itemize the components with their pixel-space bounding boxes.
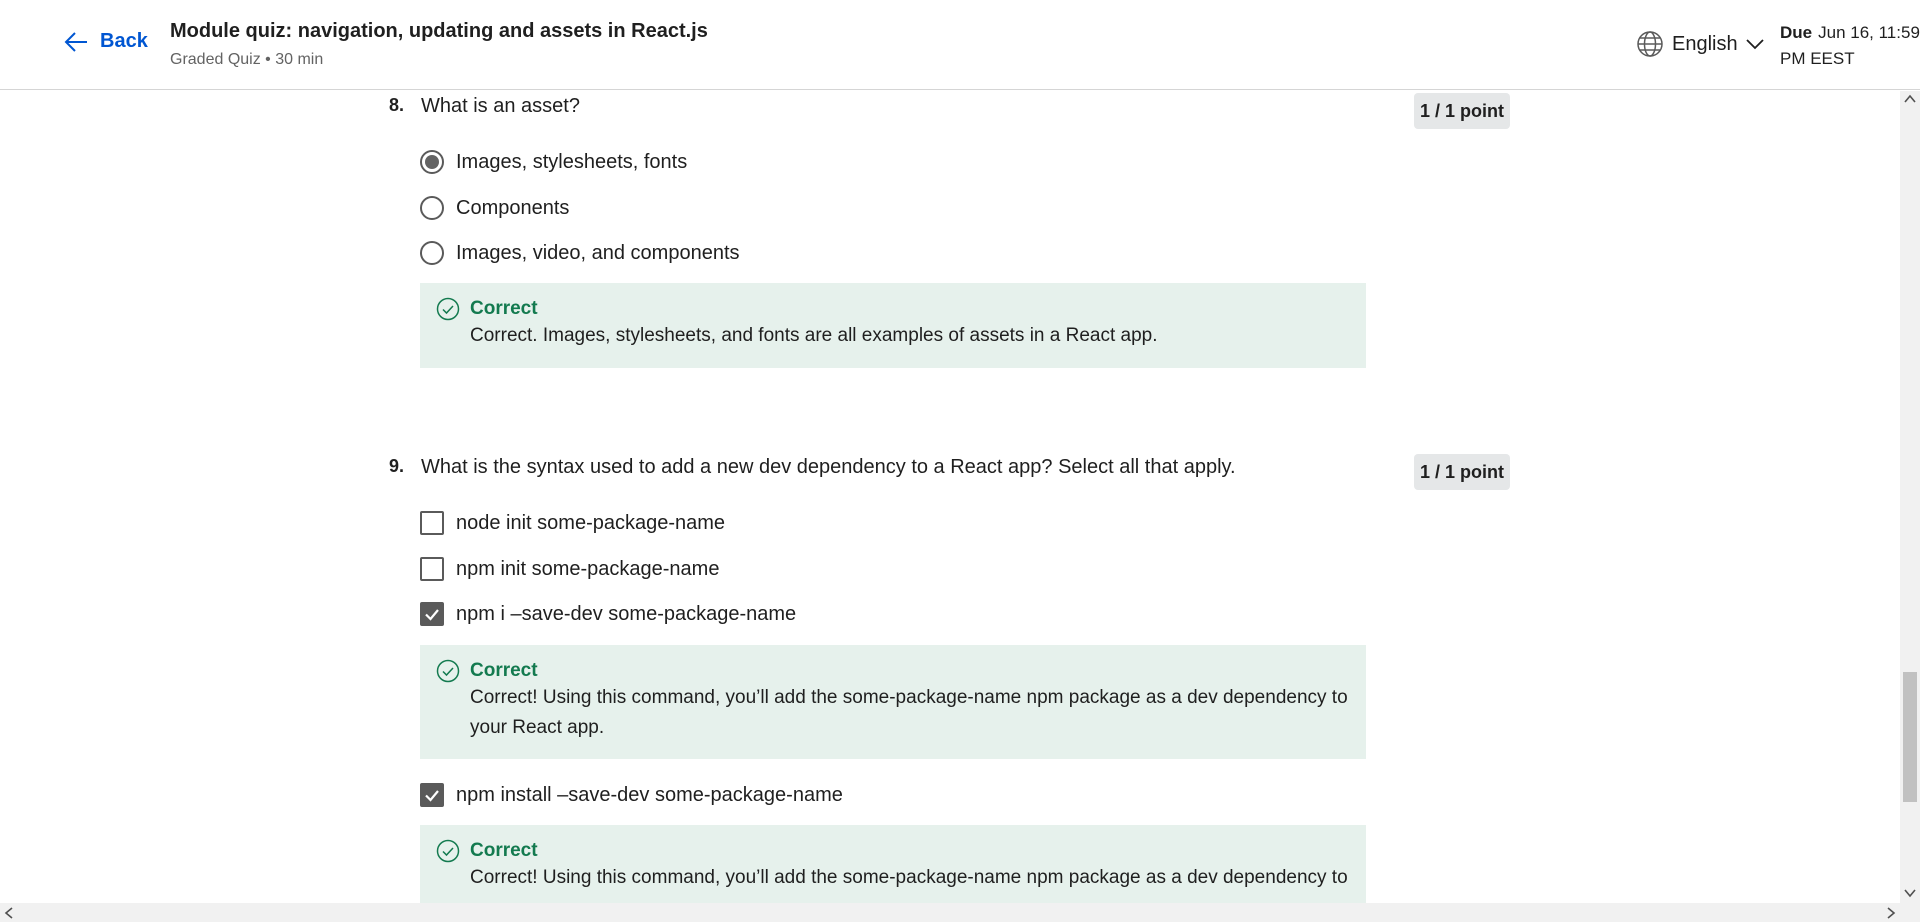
feedback-title: Correct [470, 298, 538, 319]
scroll-left-icon[interactable] [4, 907, 14, 919]
back-button[interactable]: Back [64, 30, 148, 53]
due-date: Due Jun 16, 11:59 PM EEST [1780, 20, 1920, 72]
page-subtitle: Graded Quiz • 30 min [170, 51, 324, 68]
question-text: What is the syntax used to add a new dev… [421, 456, 1236, 478]
title-block: Module quiz: navigation, updating and as… [170, 20, 708, 69]
check-circle-icon [436, 297, 460, 321]
points-badge: 1 / 1 point [1414, 454, 1511, 490]
globe-icon [1637, 31, 1663, 57]
option-label: npm init some-package-name [456, 557, 720, 580]
scroll-up-icon[interactable] [1904, 94, 1916, 106]
checkbox-option[interactable]: node init some-package-name [420, 511, 725, 535]
feedback-title: Correct [470, 840, 538, 861]
feedback-box: Correct Correct! Using this command, you… [420, 825, 1366, 903]
scroll-right-icon[interactable] [1886, 907, 1896, 919]
checkbox-option[interactable]: npm init some-package-name [420, 557, 719, 581]
quiz-header: Back Module quiz: navigation, updating a… [0, 0, 1920, 90]
question-text: What is an asset? [421, 95, 580, 117]
radio-option[interactable]: Components [420, 196, 569, 220]
language-label: English [1672, 32, 1738, 55]
option-label: Components [456, 196, 570, 219]
due-label: Due [1780, 23, 1813, 42]
radio-option[interactable]: Images, video, and components [420, 241, 740, 265]
feedback-box: Correct Correct. Images, stylesheets, an… [420, 283, 1366, 368]
question-number: 9. [389, 456, 405, 476]
check-circle-icon [436, 839, 460, 863]
quiz-content: 8. What is an asset? 1 / 1 point Images,… [0, 91, 1900, 903]
option-label: node init some-package-name [456, 511, 726, 534]
checkbox-option[interactable]: npm install –save-dev some-package-name [420, 783, 843, 807]
checkbox[interactable] [420, 602, 444, 626]
points-badge: 1 / 1 point [1414, 93, 1511, 129]
scrollbar-thumb[interactable] [1903, 672, 1917, 802]
language-selector[interactable]: English [1636, 30, 1764, 58]
checkbox-option[interactable]: npm i –save-dev some-package-name [420, 602, 796, 626]
option-label: Images, video, and components [456, 241, 740, 264]
checkmark-icon [425, 790, 439, 802]
radio-button[interactable] [420, 150, 444, 174]
chevron-down-icon [1745, 39, 1764, 50]
radio-option[interactable]: Images, stylesheets, fonts [420, 150, 687, 174]
radio-button[interactable] [420, 196, 444, 220]
feedback-box: Correct Correct! Using this command, you… [420, 645, 1366, 759]
arrow-left-icon [64, 31, 87, 52]
horizontal-scrollbar[interactable] [0, 903, 1920, 922]
check-circle-icon [436, 659, 460, 683]
feedback-body: Correct! Using this command, you’ll add … [470, 687, 1348, 738]
checkbox[interactable] [420, 557, 444, 581]
radio-button[interactable] [420, 241, 444, 265]
option-label: Images, stylesheets, fonts [456, 150, 688, 173]
back-label: Back [100, 30, 148, 52]
option-label: npm install –save-dev some-package-name [456, 783, 843, 806]
scroll-down-icon[interactable] [1904, 888, 1916, 900]
checkmark-icon [425, 609, 439, 621]
checkbox[interactable] [420, 783, 444, 807]
feedback-body: Correct. Images, stylesheets, and fonts … [470, 325, 1158, 346]
feedback-body: Correct! Using this command, you’ll add … [470, 867, 1348, 888]
vertical-scrollbar[interactable] [1900, 91, 1920, 903]
question-number: 8. [389, 95, 405, 115]
checkbox[interactable] [420, 511, 444, 535]
page-title: Module quiz: navigation, updating and as… [170, 20, 708, 42]
feedback-title: Correct [470, 660, 538, 681]
option-label: npm i –save-dev some-package-name [456, 602, 797, 625]
